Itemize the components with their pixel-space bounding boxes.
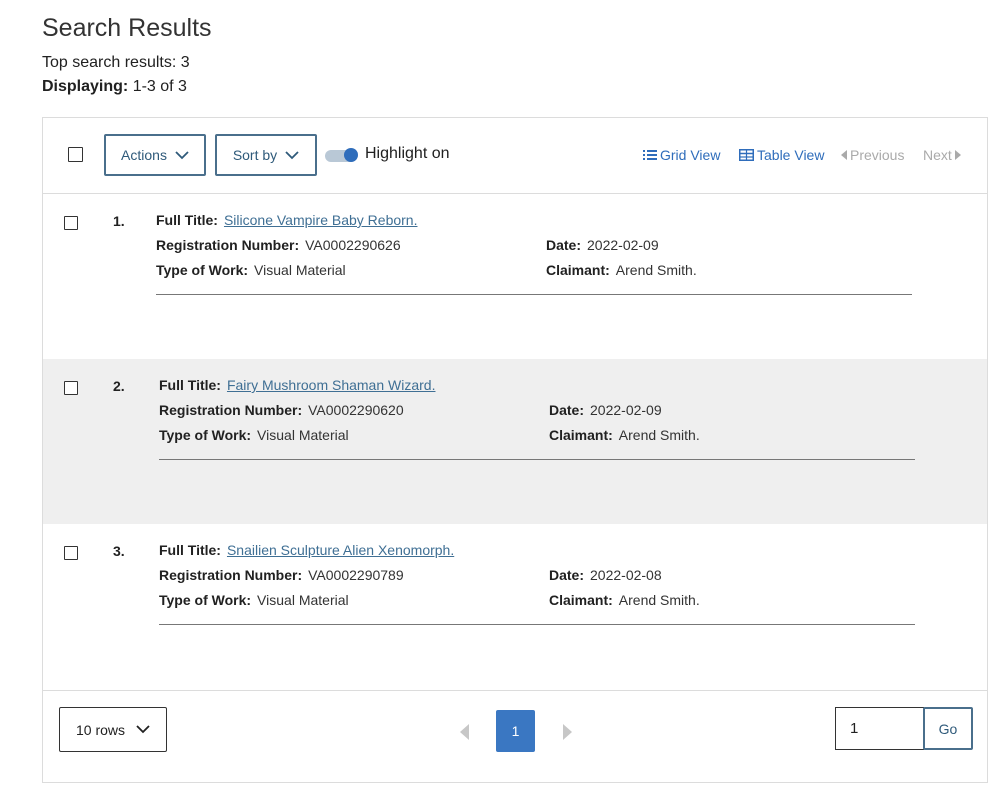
date-label: Date:	[549, 402, 585, 418]
result-row: 3. Full Title: Snailien Sculpture Alien X…	[43, 524, 987, 689]
registration-number-field: Registration Number: VA0002290620	[159, 402, 404, 418]
date-field: Date: 2022-02-08	[549, 567, 662, 583]
registration-number-label: Registration Number:	[159, 567, 303, 583]
grid-view-link[interactable]: Grid View	[643, 147, 720, 163]
table-view-label: Table View	[757, 147, 825, 163]
page-prev-arrow-icon[interactable]	[460, 724, 469, 740]
claimant-value: Arend Smith.	[618, 427, 700, 443]
full-title-label: Full Title:	[159, 377, 221, 393]
table-view-link[interactable]: Table View	[739, 147, 824, 163]
type-of-work-label: Type of Work:	[159, 592, 252, 608]
sort-by-dropdown-button[interactable]: Sort by	[215, 134, 317, 176]
date-value: 2022-02-09	[587, 237, 659, 253]
displaying-label: Displaying:	[42, 78, 129, 95]
select-all-checkbox[interactable]	[68, 147, 83, 162]
claimant-label: Claimant:	[546, 262, 610, 278]
date-value: 2022-02-08	[590, 567, 662, 583]
grid-view-label: Grid View	[660, 147, 721, 163]
claimant-value: Arend Smith.	[618, 592, 700, 608]
highlight-label: Highlight on	[365, 145, 450, 162]
row-divider	[159, 459, 915, 460]
registration-number-label: Registration Number:	[159, 402, 303, 418]
date-field: Date: 2022-02-09	[546, 237, 659, 253]
full-title-label: Full Title:	[159, 542, 221, 558]
chevron-down-icon	[285, 150, 299, 159]
registration-number-field: Registration Number: VA0002290626	[156, 237, 401, 253]
list-icon	[643, 150, 657, 160]
actions-dropdown-button[interactable]: Actions	[104, 134, 206, 176]
top-results-summary: Top search results: 3	[42, 54, 190, 72]
chevron-down-icon	[175, 150, 189, 159]
displaying-value: 1-3 of 3	[132, 78, 187, 95]
full-title-field: Full Title: Fairy Mushroom Shaman Wizard.	[159, 377, 435, 393]
row-divider	[159, 624, 915, 625]
displaying-summary: Displaying: 1-3 of 3	[42, 78, 187, 96]
results-footer: 10 rows 1 Go	[43, 690, 987, 784]
registration-number-value: VA0002290789	[308, 567, 404, 583]
claimant-label: Claimant:	[549, 427, 613, 443]
date-label: Date:	[549, 567, 585, 583]
top-results-label: Top search results:	[42, 54, 177, 71]
full-title-link[interactable]: Fairy Mushroom Shaman Wizard.	[227, 377, 436, 393]
registration-number-label: Registration Number:	[156, 237, 300, 253]
type-of-work-field: Type of Work: Visual Material	[159, 427, 349, 443]
highlight-toggle[interactable]	[325, 148, 358, 162]
claimant-field: Claimant: Arend Smith.	[549, 427, 700, 443]
registration-number-value: VA0002290620	[308, 402, 404, 418]
full-title-field: Full Title: Snailien Sculpture Alien Xeno…	[159, 542, 454, 558]
top-results-count: 3	[180, 54, 190, 71]
full-title-link[interactable]: Silicone Vampire Baby Reborn.	[224, 212, 418, 228]
next-label: Next	[923, 147, 952, 163]
claimant-field: Claimant: Arend Smith.	[549, 592, 700, 608]
caret-right-icon	[954, 150, 961, 160]
full-title-field: Full Title: Silicone Vampire Baby Reborn.	[156, 212, 417, 228]
type-of-work-field: Type of Work: Visual Material	[159, 592, 349, 608]
result-number: 2.	[113, 378, 125, 394]
claimant-label: Claimant:	[549, 592, 613, 608]
type-of-work-value: Visual Material	[257, 427, 349, 443]
type-of-work-label: Type of Work:	[156, 262, 249, 278]
result-checkbox[interactable]	[64, 546, 78, 560]
result-number: 3.	[113, 543, 125, 559]
type-of-work-value: Visual Material	[254, 262, 346, 278]
chevron-down-icon	[136, 725, 150, 734]
previous-page-link[interactable]: Previous	[841, 147, 904, 163]
page-next-arrow-icon[interactable]	[563, 724, 572, 740]
current-page-button[interactable]: 1	[496, 710, 535, 752]
actions-label: Actions	[121, 147, 167, 163]
registration-number-field: Registration Number: VA0002290789	[159, 567, 404, 583]
type-of-work-value: Visual Material	[257, 592, 349, 608]
full-title-label: Full Title:	[156, 212, 218, 228]
result-row: 2. Full Title: Fairy Mushroom Shaman Wiza…	[43, 359, 987, 524]
go-button[interactable]: Go	[923, 707, 973, 750]
table-icon	[739, 149, 754, 161]
result-checkbox[interactable]	[64, 216, 78, 230]
rows-per-page-value: 10 rows	[76, 721, 126, 738]
rows-per-page-select[interactable]: 10 rows	[59, 707, 167, 752]
type-of-work-field: Type of Work: Visual Material	[156, 262, 346, 278]
date-label: Date:	[546, 237, 582, 253]
results-toolbar: Actions Sort by Highlight on Grid View T…	[43, 118, 987, 194]
page-title: Search Results	[42, 14, 212, 42]
registration-number-value: VA0002290626	[305, 237, 401, 253]
previous-label: Previous	[850, 147, 905, 163]
claimant-field: Claimant: Arend Smith.	[546, 262, 697, 278]
toggle-knob	[344, 148, 358, 162]
results-panel: Actions Sort by Highlight on Grid View T…	[42, 117, 988, 783]
goto-page-input[interactable]	[835, 707, 924, 750]
date-value: 2022-02-09	[590, 402, 662, 418]
next-page-link[interactable]: Next	[923, 147, 961, 163]
full-title-link[interactable]: Snailien Sculpture Alien Xenomorph.	[227, 542, 454, 558]
row-divider	[156, 294, 912, 295]
type-of-work-label: Type of Work:	[159, 427, 252, 443]
date-field: Date: 2022-02-09	[549, 402, 662, 418]
result-number: 1.	[113, 213, 125, 229]
caret-left-icon	[841, 150, 847, 160]
sort-by-label: Sort by	[232, 147, 278, 163]
claimant-value: Arend Smith.	[615, 262, 697, 278]
result-row: 1. Full Title: Silicone Vampire Baby Rebo…	[43, 194, 987, 359]
result-checkbox[interactable]	[64, 381, 78, 395]
